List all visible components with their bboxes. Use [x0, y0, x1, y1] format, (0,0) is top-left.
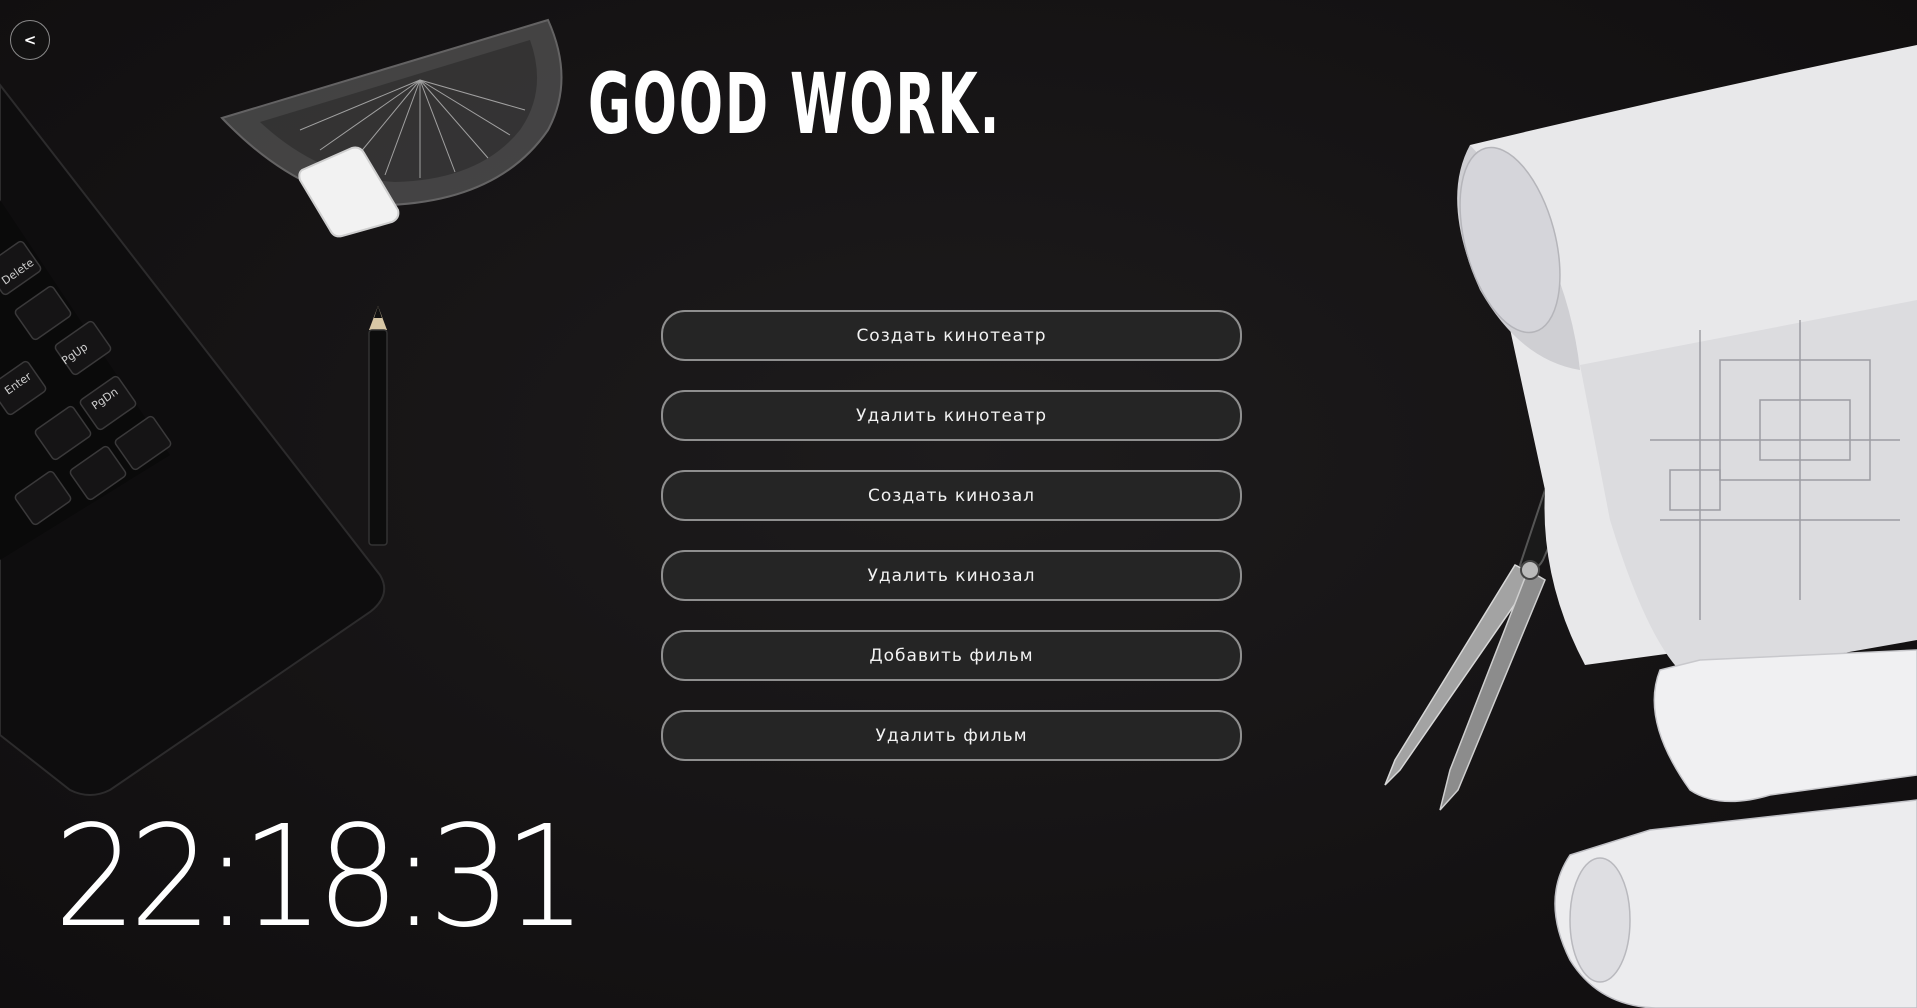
page-title: GOOD WORK.: [588, 55, 1002, 153]
create-cinema-button[interactable]: Создать кинотеатр: [661, 310, 1242, 361]
pencil-image: [368, 306, 388, 546]
protractor-image: [220, 18, 563, 207]
compass-image: [1384, 485, 1572, 811]
delete-hall-button[interactable]: Удалить кинозал: [661, 550, 1242, 601]
svg-text:PgDn: PgDn: [89, 385, 120, 412]
main-menu: Создать кинотеатр Удалить кинотеатр Созд…: [661, 310, 1242, 790]
eraser-image: [298, 146, 400, 238]
laptop-keyboard-image: Delete Enter PgUp PgDn: [0, 83, 386, 796]
clock: 22:18:31: [54, 796, 587, 959]
create-hall-button[interactable]: Создать кинозал: [661, 470, 1242, 521]
back-arrow-icon: <: [23, 30, 37, 49]
back-button[interactable]: <: [10, 20, 50, 60]
svg-text:Enter: Enter: [2, 370, 34, 398]
delete-cinema-button[interactable]: Удалить кинотеатр: [661, 390, 1242, 441]
svg-text:Delete: Delete: [0, 256, 37, 288]
main-screen: Delete Enter PgUp PgDn < GOOD WORK. Созд…: [0, 0, 1917, 1008]
delete-movie-button[interactable]: Удалить фильм: [661, 710, 1242, 761]
add-movie-button[interactable]: Добавить фильм: [661, 630, 1242, 681]
svg-text:PgUp: PgUp: [59, 340, 90, 367]
blueprint-rolls-image: [1457, 45, 1917, 1008]
